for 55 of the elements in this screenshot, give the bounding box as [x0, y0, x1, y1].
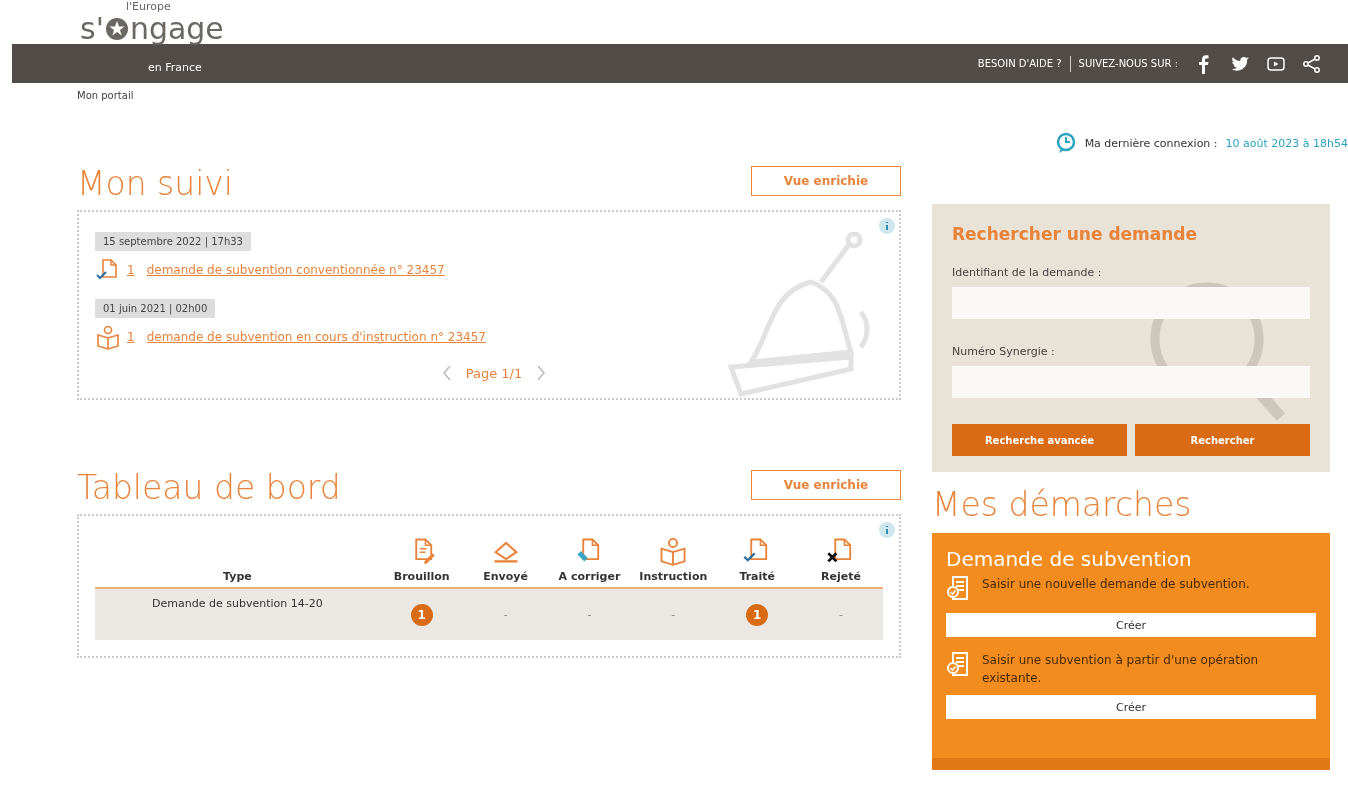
- request-link[interactable]: demande de subvention conventionnée n° 23457: [146, 263, 445, 277]
- section-title: Tableau de bord: [77, 471, 341, 504]
- enriched-view-button[interactable]: Vue enrichie: [751, 166, 901, 196]
- column-header: A corriger: [558, 570, 621, 583]
- table-cell: -: [547, 588, 632, 640]
- date-label: 15 septembre 2022 | 17h33: [95, 232, 251, 251]
- table-cell: -: [631, 588, 716, 640]
- count-badge[interactable]: 1: [746, 603, 769, 626]
- logo-text: ngage: [129, 14, 224, 44]
- previous-icon[interactable]: [441, 364, 452, 382]
- share-icon[interactable]: [1302, 53, 1322, 74]
- page-indicator: Page 1/1: [465, 365, 523, 381]
- card-title: Demande de subvention: [946, 547, 1193, 571]
- create-button[interactable]: Créer: [946, 695, 1316, 719]
- count-link[interactable]: 1: [127, 263, 135, 277]
- action-text: Saisir une nouvelle demande de subvention.: [982, 576, 1250, 593]
- info-icon[interactable]: [879, 522, 895, 538]
- book-reader-icon: [95, 324, 121, 350]
- star-globe-icon: [103, 16, 130, 42]
- help-link[interactable]: BESOIN D'AIDE ?: [977, 58, 1062, 69]
- column-header: Traité: [739, 570, 775, 583]
- input-field[interactable]: [952, 287, 1310, 319]
- column-header: Brouillon: [393, 570, 450, 583]
- last-login-label: Ma dernière connexion :: [1084, 136, 1218, 150]
- section-title: Mon suivi: [77, 167, 234, 200]
- section-title: Mes démarches: [932, 488, 1193, 521]
- table-cell: Demande de subvention 14-20: [95, 588, 380, 640]
- follow-label: SUIVEZ-NOUS SUR :: [1078, 58, 1178, 69]
- logo-subtitle: en France: [148, 61, 202, 74]
- info-icon[interactable]: [879, 218, 895, 234]
- search-button[interactable]: Rechercher: [1135, 424, 1310, 456]
- request-link[interactable]: demande de subvention en cours d'instruction n° 23457: [146, 330, 486, 344]
- column-header: Type: [223, 570, 252, 583]
- count-badge[interactable]: 1: [410, 603, 433, 626]
- input-field[interactable]: [952, 366, 1310, 398]
- column-header: Envoyé: [483, 570, 528, 583]
- logo-text: s': [80, 14, 104, 44]
- field-label: Identifiant de la demande :: [952, 266, 1103, 279]
- count-link[interactable]: 1: [127, 330, 135, 344]
- column-header: Rejeté: [821, 570, 861, 583]
- field-label: Numéro Synergie :: [952, 345, 1056, 358]
- date-label: 01 juin 2021 | 02h00: [95, 299, 216, 318]
- last-login-date: 10 août 2023 à 18h54: [1225, 136, 1348, 150]
- action-text: Saisir une subvention à partir d'une opération existante.: [982, 652, 1260, 687]
- next-icon[interactable]: [536, 364, 547, 382]
- search-button[interactable]: Recherche avancée: [952, 424, 1127, 456]
- clock-icon: [1054, 132, 1077, 154]
- table-cell: -: [799, 588, 883, 640]
- logo-text: l'Europe: [126, 0, 171, 13]
- breadcrumb[interactable]: Mon portail: [77, 90, 134, 101]
- table-cell: -: [463, 588, 548, 640]
- column-header: Instruction: [639, 570, 708, 583]
- enriched-view-button[interactable]: Vue enrichie: [751, 470, 901, 500]
- create-button[interactable]: Créer: [946, 613, 1316, 637]
- search-title: Rechercher une demande: [952, 224, 1199, 244]
